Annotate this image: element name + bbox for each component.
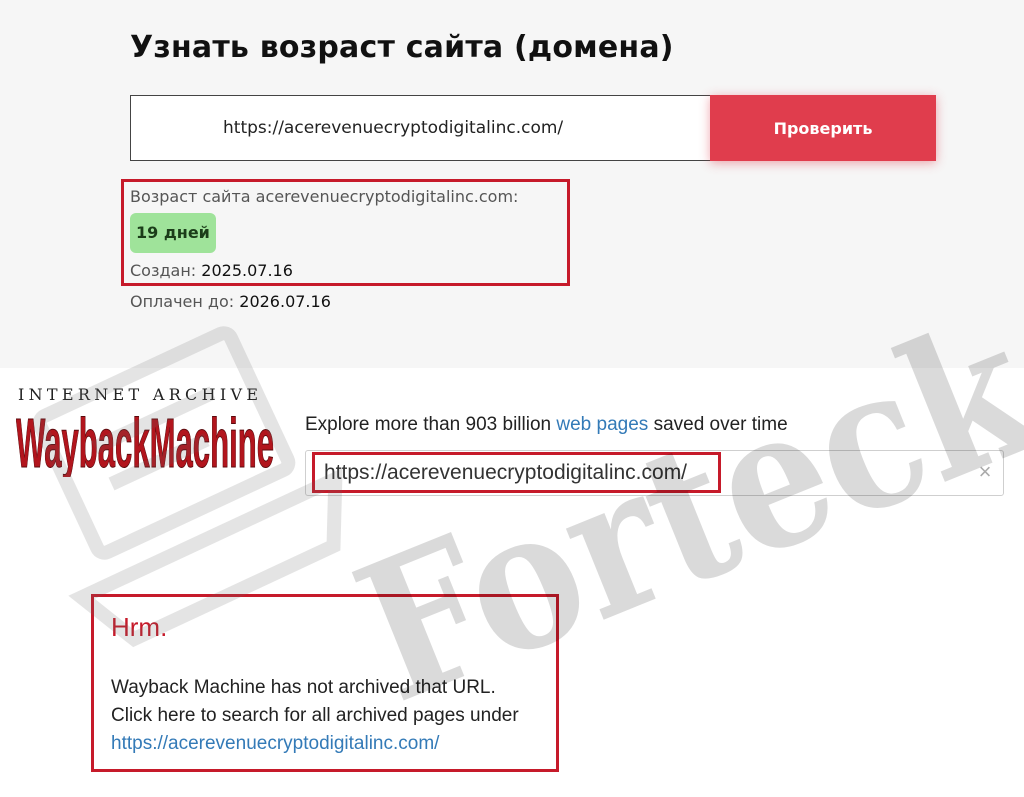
paid-row: Оплачен до: 2026.07.16 [130, 292, 331, 311]
explore-suffix: saved over time [653, 414, 788, 435]
age-badge: 19 дней [130, 213, 216, 253]
search-archived-message: Click here to search for all archived pa… [111, 705, 519, 726]
explore-prefix: Explore more than 903 billion [305, 414, 552, 435]
explore-text: Explore more than 903 billion web pages … [305, 414, 788, 436]
internet-archive-text: INTERNET ARCHIVE [18, 385, 263, 404]
domain-input[interactable] [130, 95, 710, 161]
clear-icon[interactable]: × [973, 460, 997, 484]
check-button[interactable]: Проверить [710, 95, 936, 161]
created-label: Создан: [130, 261, 197, 280]
not-archived-message: Wayback Machine has not archived that UR… [111, 677, 496, 698]
web-pages-link[interactable]: web pages [556, 414, 648, 435]
paid-value: 2026.07.16 [239, 292, 331, 311]
hrm-heading: Hrm. [111, 612, 168, 642]
created-value: 2025.07.16 [201, 261, 293, 280]
domain-check-form: Проверить [130, 95, 936, 161]
wayback-machine-logo[interactable]: WaybackMachine [16, 405, 278, 477]
result-label: Возраст сайта acerevenuecryptodigitalinc… [130, 187, 519, 206]
page-title: Узнать возраст сайта (домена) [130, 30, 674, 65]
archived-pages-link[interactable]: https://acerevenuecryptodigitalinc.com/ [111, 733, 439, 755]
paid-label: Оплачен до: [130, 292, 235, 311]
url-highlight-box [312, 452, 721, 493]
logo-text: WaybackMachine [16, 405, 274, 477]
created-row: Создан: 2025.07.16 [130, 261, 293, 280]
